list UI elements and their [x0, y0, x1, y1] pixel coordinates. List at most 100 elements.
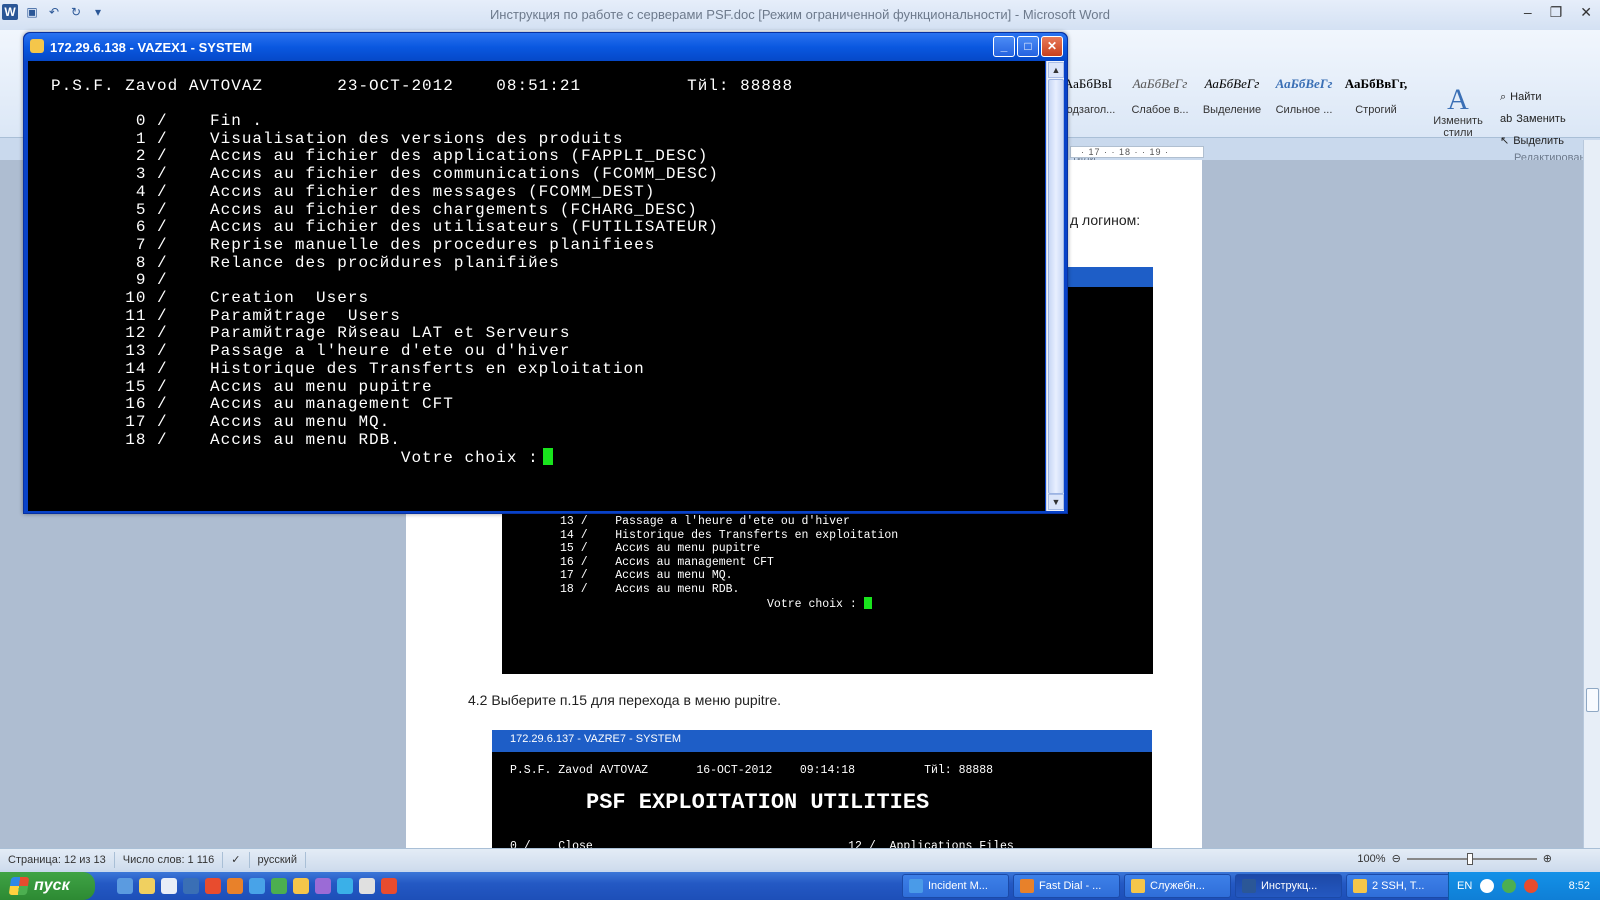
menu-line: 8 / Relance des procйdures planifiйes	[51, 253, 560, 272]
language-indicator[interactable]: EN	[1457, 880, 1472, 892]
choice-prompt[interactable]: Votre choix :	[51, 448, 553, 467]
menu-line: 5 / Accиs au fichier des chargements (FC…	[51, 200, 698, 219]
scroll-down-icon[interactable]: ▼	[1048, 494, 1064, 510]
word-icon	[1242, 879, 1256, 893]
zoom-out-icon[interactable]: ⊖	[1392, 852, 1401, 865]
menu-line: 4 / Accиs au fichier des messages (FCOMM…	[51, 182, 656, 201]
clock[interactable]: 8:52	[1569, 880, 1590, 892]
putty-icon	[30, 39, 44, 53]
style-item[interactable]: АаБбВеГг Сильное ...	[1268, 66, 1340, 122]
app-icon[interactable]	[271, 878, 287, 894]
ie-icon[interactable]	[249, 878, 265, 894]
menu-line: 9 /	[51, 271, 168, 290]
embedded-menu-line: 17 / Accиs au menu MQ.	[560, 569, 733, 583]
word-title-bar: W ▣ ↶ ↻ ▾ Инструкция по работе с сервера…	[0, 0, 1600, 30]
embedded-menu-line: 14 / Historique des Transferts en exploi…	[560, 528, 899, 542]
embedded-menu-line: 18 / Accиs au menu RDB.	[560, 582, 740, 596]
opera-icon[interactable]	[381, 878, 397, 894]
menu-line: 12 / Paramйtrage Rйseau LAT et Serveurs	[51, 324, 571, 343]
terminal-title: 172.29.6.138 - VAZEX1 - SYSTEM	[50, 39, 253, 55]
task-button[interactable]: Инструкц...	[1235, 874, 1342, 898]
select-button[interactable]: ↖ Выделить	[1500, 130, 1566, 152]
embedded-menu-line: 13 / Passage a l'heure d'ete ou d'hiver	[560, 515, 850, 528]
terminal-window: 172.29.6.138 - VAZEX1 - SYSTEM _ □ ✕ P.S…	[23, 32, 1068, 514]
scroll-up-icon[interactable]: ▲	[1048, 62, 1064, 78]
doc-step-text: 4.2 Выберите п.15 для перехода в меню pu…	[468, 692, 782, 708]
network-icon[interactable]	[1480, 879, 1495, 893]
task-button[interactable]: 2 SSH, T...	[1346, 874, 1453, 898]
embedded-menu-line: Votre choix :	[560, 596, 1211, 612]
app-icon[interactable]	[359, 878, 375, 894]
scroll-thumb[interactable]	[1586, 688, 1599, 712]
skype-icon[interactable]	[337, 878, 353, 894]
language[interactable]: русский	[250, 851, 306, 868]
task-button[interactable]: Fast Dial - ...	[1013, 874, 1120, 898]
change-styles-icon: A	[1447, 83, 1469, 116]
scroll-thumb[interactable]	[1048, 79, 1064, 494]
minimize-button[interactable]: _	[993, 36, 1015, 57]
menu-line: 2 / Accиs au fichier des applications (F…	[51, 147, 709, 166]
terminal-window-controls: _ □ ✕	[993, 36, 1063, 57]
find-button[interactable]: ⌕ Найти	[1500, 86, 1566, 108]
menu-line: 6 / Accиs au fichier des utilisateurs (F…	[51, 218, 719, 237]
page-count[interactable]: Страница: 12 из 13	[0, 851, 115, 868]
style-item[interactable]: АаБбВеГг Слабое в...	[1124, 66, 1196, 122]
menu-line: 13 / Passage a l'heure d'ete ou d'hiver	[51, 342, 571, 361]
folder-icon[interactable]	[139, 878, 155, 894]
close-button[interactable]: ✕	[1041, 36, 1063, 57]
terminal-screen[interactable]: P.S.F. Zavod AVTOVAZ 23-OCT-2012 08:51:2…	[28, 61, 1045, 511]
menu-line: 0 / Fin .	[51, 112, 264, 130]
style-item[interactable]: АаБбВвГг, Строгий	[1340, 66, 1412, 122]
word-window-controls: – ❐ ✕	[1524, 4, 1592, 21]
close-icon[interactable]: ✕	[1580, 4, 1592, 21]
taskbar-buttons: Incident M... Fast Dial - ... Служебн...…	[902, 874, 1453, 898]
quick-launch	[117, 878, 397, 894]
menu-line: 10 / Creation Users	[51, 289, 370, 307]
document-icon[interactable]	[161, 878, 177, 894]
windows-flag-icon	[8, 877, 30, 895]
horizontal-ruler: · 17 · · 18 · · 19 ·	[1070, 146, 1204, 158]
editing-group: ⌕ Найти ab Заменить ↖ Выделить	[1500, 86, 1566, 152]
replace-button[interactable]: ab Заменить	[1500, 108, 1566, 130]
taskbar: пуск Incident M... Fast Dial - ... Служе…	[0, 872, 1600, 900]
menu-line: 14 / Historique des Transferts en exploi…	[51, 359, 645, 378]
folder-icon	[1131, 879, 1145, 893]
zoom-slider-knob[interactable]	[1466, 852, 1473, 865]
app-tray-icon[interactable]	[1524, 879, 1539, 893]
app-icon[interactable]	[205, 878, 221, 894]
app-icon[interactable]	[183, 878, 199, 894]
maximize-button[interactable]: □	[1017, 36, 1039, 57]
task-icon	[909, 879, 923, 893]
restore-icon[interactable]: ❐	[1550, 4, 1563, 21]
embedded-menu-line: 15 / Accиs au menu pupitre	[560, 542, 761, 556]
embedded-cursor	[863, 596, 872, 609]
document-scrollbar[interactable]	[1583, 140, 1600, 848]
firefox-icon[interactable]	[227, 878, 243, 894]
word-count[interactable]: Число слов: 1 116	[115, 851, 224, 868]
task-button[interactable]: Incident M...	[902, 874, 1009, 898]
zoom-level[interactable]: 100%	[1357, 853, 1385, 865]
zoom-in-icon[interactable]: ⊕	[1543, 852, 1552, 865]
spellcheck-icon[interactable]: ✓	[223, 851, 250, 868]
terminal-scrollbar[interactable]: ▲ ▼	[1046, 61, 1064, 511]
style-item[interactable]: АаБбВеГг Выделение	[1196, 66, 1268, 122]
show-desktop-icon[interactable]	[117, 878, 133, 894]
menu-line: 17 / Accиs au menu MQ.	[51, 412, 391, 431]
putty-icon	[1353, 879, 1367, 893]
terminal-title-bar[interactable]: 172.29.6.138 - VAZEX1 - SYSTEM _ □ ✕	[24, 33, 1067, 61]
embedded-menu-lines: 13 / Passage a l'heure d'ete ou d'hiver 1…	[560, 515, 1211, 611]
menu-line: 7 / Reprise manuelle des procedures plan…	[51, 235, 656, 254]
app-icon[interactable]	[315, 878, 331, 894]
minimize-icon[interactable]: –	[1524, 4, 1532, 21]
zoom-slider[interactable]	[1406, 852, 1537, 865]
firefox-icon	[1020, 879, 1034, 893]
change-styles-button[interactable]: A Изменить стили	[1428, 83, 1488, 140]
task-button[interactable]: Служебн...	[1124, 874, 1231, 898]
menu-line: 11 / Paramйtrage Users	[51, 306, 401, 325]
start-button[interactable]: пуск	[0, 872, 95, 900]
status-bar: Страница: 12 из 13 Число слов: 1 116 ✓ р…	[0, 848, 1600, 870]
security-icon[interactable]	[1502, 879, 1517, 893]
zoom-control: 100% ⊖ ⊕	[1357, 852, 1552, 865]
binoculars-icon: ⌕	[1500, 91, 1507, 103]
putty-icon[interactable]	[293, 878, 309, 894]
